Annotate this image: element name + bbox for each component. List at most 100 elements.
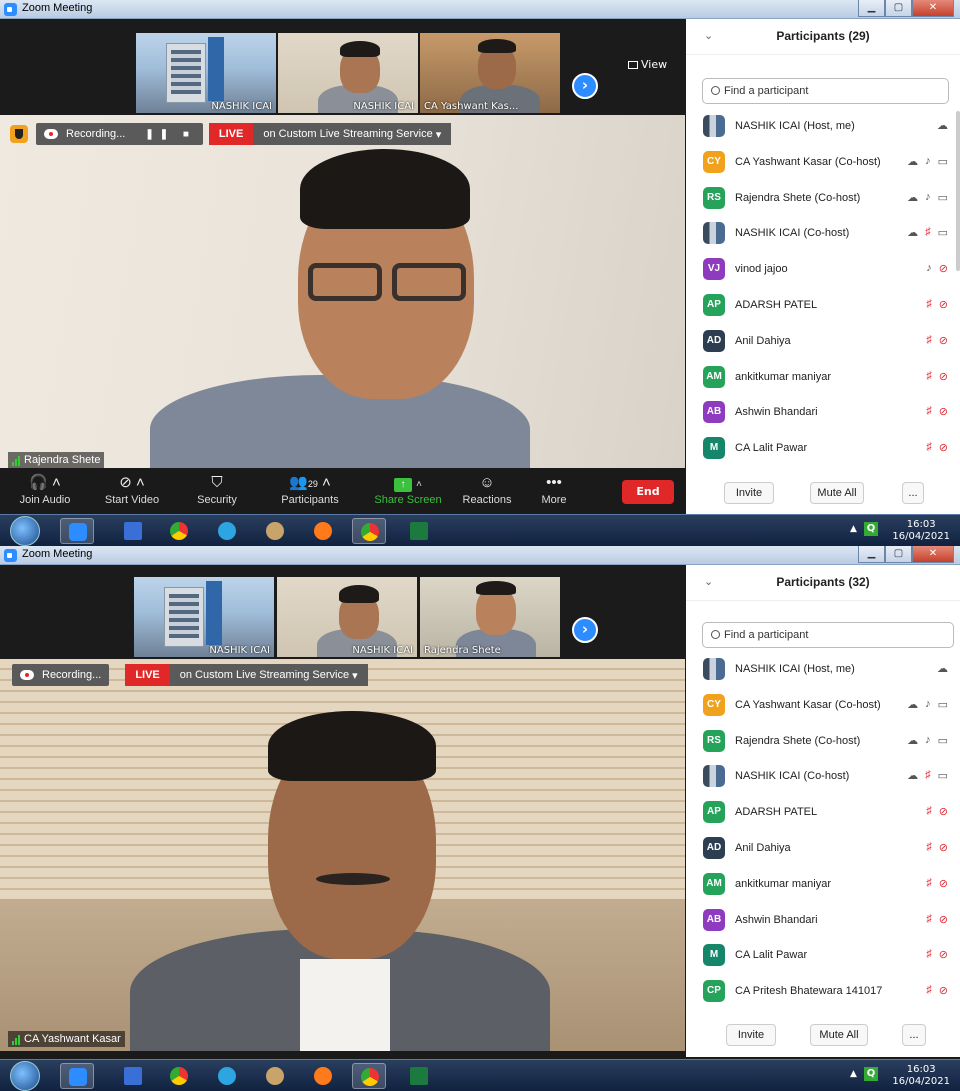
minimize-button[interactable]: ▁ (858, 546, 885, 563)
maximize-button[interactable]: ▢ (885, 546, 912, 563)
recording-indicator[interactable]: Recording... ❚❚ ■ (36, 123, 203, 145)
more-options-button[interactable]: ... (902, 482, 924, 504)
participant-row[interactable]: RS Rajendra Shete (Co-host) ☁ ♪ ▭ (686, 181, 960, 217)
recording-indicator[interactable]: Recording... (12, 664, 110, 686)
app-taskbar-icon[interactable] (116, 1063, 150, 1089)
tray-arrow-icon[interactable]: ▲ (850, 1069, 857, 1079)
microphone-icon: ♪ (925, 190, 931, 203)
live-stream-dropdown[interactable]: on Custom Live Streaming Service ▾ (253, 123, 452, 145)
pause-stop-recording-buttons[interactable]: ❚❚ ■ (145, 129, 195, 140)
tray-app-icon[interactable]: Q (864, 522, 878, 536)
paint-icon[interactable] (258, 518, 292, 544)
participant-row[interactable]: M CA Lalit Pawar ♯ ⊘ (686, 431, 960, 467)
zoom-taskbar-icon[interactable] (60, 1063, 94, 1089)
participant-row[interactable]: M CA Lalit Pawar ♯ ⊘ (686, 938, 960, 974)
chrome-active-icon[interactable] (352, 518, 386, 544)
telegram-icon[interactable] (210, 1063, 244, 1089)
participant-row[interactable]: NASHIK ICAI (Co-host) ☁ ♯ ▭ (686, 759, 960, 795)
video-thumbnail[interactable]: NASHIK ICAI (278, 33, 418, 113)
paint-icon[interactable] (258, 1063, 292, 1089)
end-meeting-button[interactable]: End (622, 480, 674, 504)
zoom-window-1: Zoom Meeting ▁ ▢ ✕ NASHIK ICAI NASHIK IC… (0, 0, 960, 546)
tray-arrow-icon[interactable]: ▲ (850, 524, 857, 534)
encryption-shield-icon[interactable] (10, 125, 28, 143)
video-thumbnail[interactable]: NASHIK ICAI (134, 577, 274, 657)
video-thumbnail-strip: NASHIK ICAI NASHIK ICAI Rajendra Shete › (0, 565, 685, 661)
live-stream-dropdown[interactable]: on Custom Live Streaming Service ▾ (169, 664, 368, 686)
start-button[interactable] (10, 516, 40, 546)
close-button[interactable]: ✕ (912, 0, 954, 17)
join-audio-button[interactable]: 🎧 ˄ Join Audio (16, 472, 74, 506)
chrome-active-icon[interactable] (352, 1063, 386, 1089)
start-video-button[interactable]: ⊘ ˄ Start Video (100, 472, 164, 506)
firefox-icon[interactable] (306, 1063, 340, 1089)
video-thumbnail[interactable]: NASHIK ICAI (136, 33, 276, 113)
avatar (703, 658, 725, 680)
participant-name: CA Yashwant Kasar (Co-host) (735, 698, 881, 711)
minimize-button[interactable]: ▁ (858, 0, 885, 17)
share-screen-icon: ↑ ˄ (370, 472, 446, 494)
close-button[interactable]: ✕ (912, 546, 954, 563)
scrollbar[interactable] (956, 111, 960, 271)
avatar: AB (703, 908, 725, 931)
maximize-button[interactable]: ▢ (885, 0, 912, 17)
participant-row[interactable]: NASHIK ICAI (Co-host) ☁ ♯ ▭ (686, 216, 960, 252)
app-taskbar-icon[interactable] (116, 518, 150, 544)
view-label: View (641, 58, 668, 71)
reactions-button[interactable]: ☺ Reactions (458, 472, 516, 506)
excel-icon[interactable] (402, 518, 436, 544)
participant-row[interactable]: AP ADARSH PATEL ♯ ⊘ (686, 795, 960, 831)
invite-button[interactable]: Invite (726, 1024, 776, 1046)
windows-taskbar: ▲ Q 16:03 16/04/2021 (0, 1059, 960, 1091)
participant-row[interactable]: AD Anil Dahiya ♯ ⊘ (686, 324, 960, 360)
view-button[interactable]: View (628, 58, 667, 71)
participant-row[interactable]: CY CA Yashwant Kasar (Co-host) ☁ ♪ ▭ (686, 145, 960, 181)
participant-row[interactable]: AM ankitkumar maniyar ♯ ⊘ (686, 867, 960, 903)
security-button[interactable]: ⛉ Security (192, 472, 242, 506)
participant-row[interactable]: AB Ashwin Bhandari ♯ ⊘ (686, 395, 960, 431)
microphone-muted-icon: ♯ (926, 948, 932, 961)
participant-row[interactable]: CY CA Yashwant Kasar (Co-host) ☁ ♪ ▭ (686, 688, 960, 724)
telegram-icon[interactable] (210, 518, 244, 544)
share-screen-button[interactable]: ↑ ˄ Share Screen (370, 472, 446, 506)
avatar: AP (703, 801, 725, 824)
next-page-button[interactable]: › (572, 617, 598, 643)
system-clock[interactable]: 16:03 16/04/2021 (892, 519, 950, 543)
video-camera-icon: ▭ (937, 155, 948, 168)
reactions-label: Reactions (462, 494, 512, 506)
participant-row[interactable]: RS Rajendra Shete (Co-host) ☁ ♪ ▭ (686, 724, 960, 760)
participants-button[interactable]: 👥29 ˄ Participants (270, 472, 350, 506)
participant-row[interactable]: CP CA Pritesh Bhatewara 141017 ♯ ⊘ (686, 974, 960, 1010)
firefox-icon[interactable] (306, 518, 340, 544)
more-button[interactable]: ••• More (534, 472, 574, 506)
participant-row[interactable]: VJ vinod jajoo ♪ ⊘ (686, 252, 960, 288)
participant-row[interactable]: AB Ashwin Bhandari ♯ ⊘ (686, 903, 960, 939)
system-clock[interactable]: 16:03 16/04/2021 (892, 1064, 950, 1088)
participant-row[interactable]: AP ADARSH PATEL ♯ ⊘ (686, 288, 960, 324)
video-thumbnail[interactable]: CA Yashwant Kas... (420, 33, 560, 113)
video-thumbnail[interactable]: NASHIK ICAI (277, 577, 417, 657)
tray-app-icon[interactable]: Q (864, 1067, 878, 1081)
participant-row[interactable]: AM ankitkumar maniyar ♯ ⊘ (686, 360, 960, 396)
invite-button[interactable]: Invite (724, 482, 774, 504)
excel-icon[interactable] (402, 1063, 436, 1089)
video-thumbnail[interactable]: Rajendra Shete (420, 577, 560, 657)
avatar: RS (703, 186, 725, 209)
shield-icon: ⛉ (211, 474, 223, 491)
zoom-taskbar-icon[interactable] (60, 518, 94, 544)
participant-row[interactable]: NASHIK ICAI (Host, me) ☁ (686, 652, 960, 688)
chrome-icon[interactable] (162, 518, 196, 544)
microphone-icon: ♪ (926, 262, 932, 275)
participant-name: CA Lalit Pawar (735, 949, 808, 962)
search-input[interactable]: Find a participant (702, 622, 954, 648)
mute-all-button[interactable]: Mute All (810, 1024, 868, 1046)
next-page-button[interactable]: › (572, 73, 598, 99)
participant-row[interactable]: NASHIK ICAI (Host, me) ☁ (686, 109, 960, 145)
participant-row[interactable]: AD Anil Dahiya ♯ ⊘ (686, 831, 960, 867)
mute-all-button[interactable]: Mute All (810, 482, 864, 504)
chrome-icon[interactable] (162, 1063, 196, 1089)
search-input[interactable]: Find a participant (702, 78, 949, 104)
avatar: AP (703, 293, 725, 316)
more-options-button[interactable]: ... (902, 1024, 926, 1046)
start-button[interactable] (10, 1061, 40, 1091)
